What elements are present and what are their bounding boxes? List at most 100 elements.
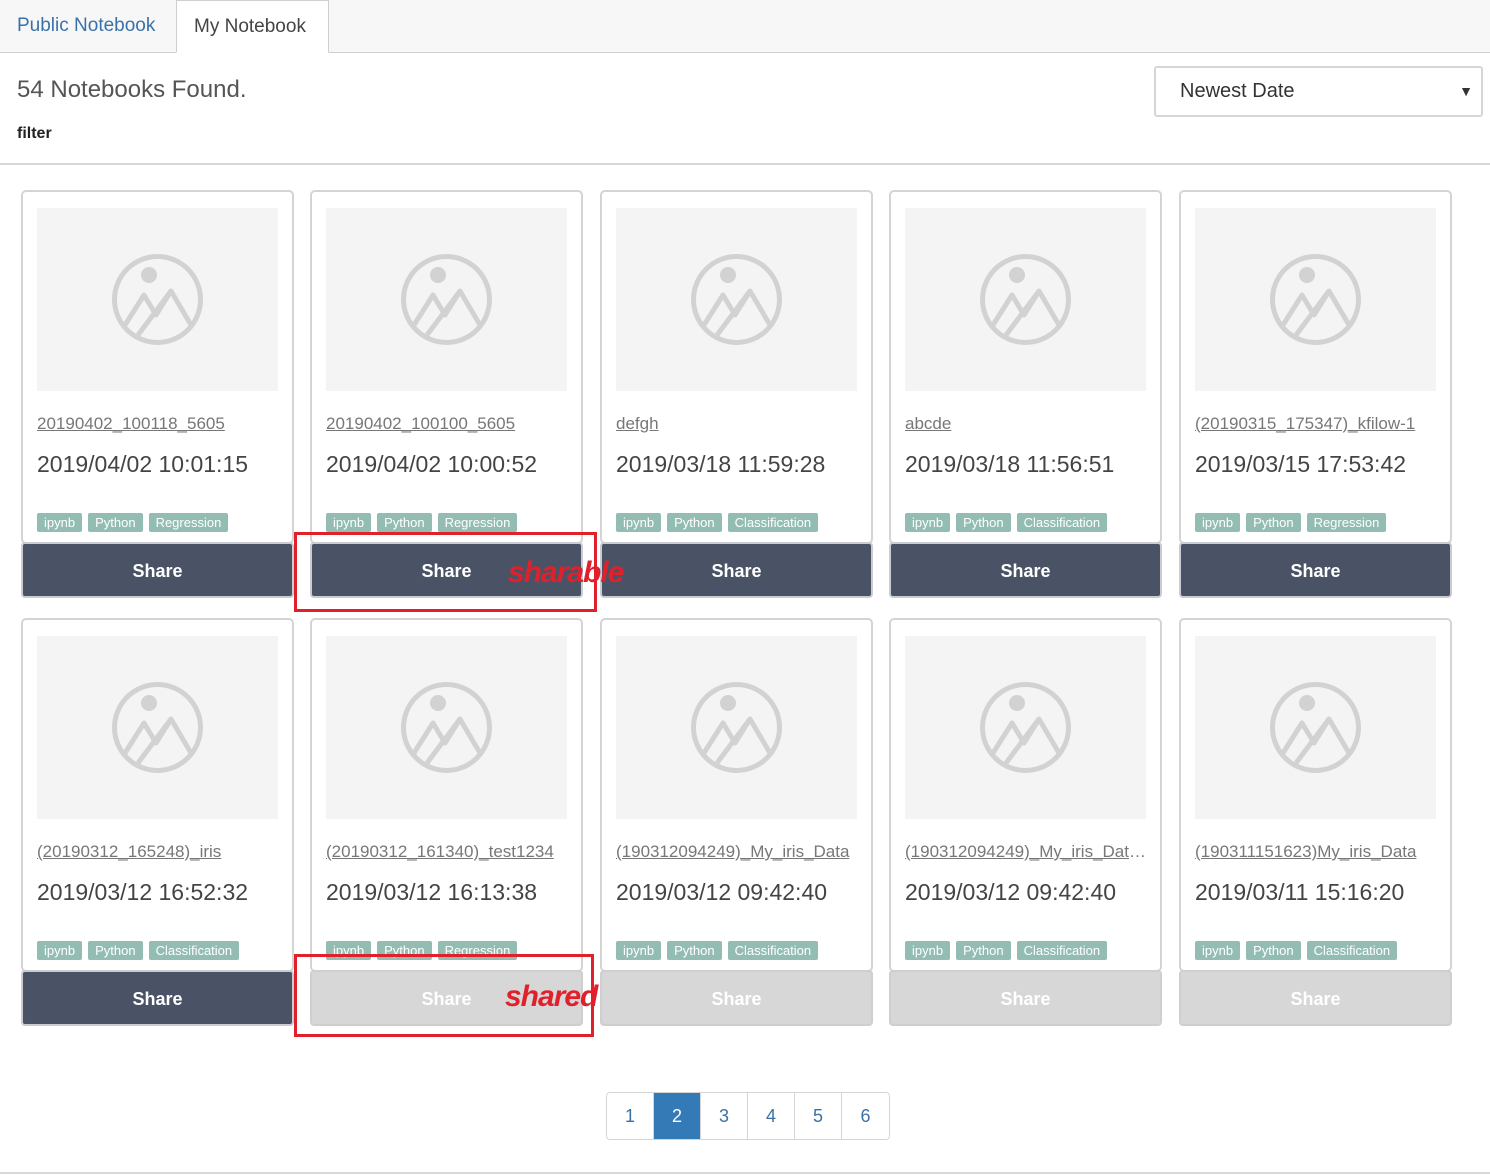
share-button[interactable]: Share — [21, 542, 294, 598]
notebook-thumbnail[interactable] — [616, 208, 857, 391]
notebook-thumbnail[interactable] — [905, 636, 1146, 819]
share-button: Share — [1179, 970, 1452, 1026]
tag-badge[interactable]: ipynb — [616, 941, 662, 960]
notebook-card: (20190312_161340)_test1234 2019/03/12 16:… — [310, 618, 583, 1026]
notebook-thumbnail[interactable] — [1195, 636, 1436, 819]
pagination: 123456 — [606, 1092, 890, 1140]
card-body: (190312094249)_My_iris_Data 2019/03/12 09… — [600, 618, 873, 972]
notebook-title-link[interactable]: 20190402_100118_5605 — [37, 414, 282, 434]
tag-badge[interactable]: ipynb — [1195, 941, 1241, 960]
tag-badge[interactable]: Classification — [1016, 941, 1108, 960]
tag-badge[interactable]: ipynb — [326, 513, 372, 532]
tag-list: ipynb Python Classification — [905, 513, 1108, 532]
tag-badge[interactable]: Regression — [1306, 513, 1387, 532]
share-button[interactable]: Share — [21, 970, 294, 1026]
share-button[interactable]: Share — [600, 542, 873, 598]
page-1-button[interactable]: 1 — [607, 1093, 654, 1139]
tag-badge[interactable]: Classification — [727, 941, 819, 960]
tag-badge[interactable]: ipynb — [616, 513, 662, 532]
tag-badge[interactable]: ipynb — [37, 513, 83, 532]
tag-badge[interactable]: Regression — [148, 513, 229, 532]
notebook-title-link[interactable]: (190311151623)My_iris_Data — [1195, 842, 1440, 862]
tag-badge[interactable]: Python — [667, 513, 722, 532]
notebook-thumbnail[interactable] — [37, 208, 278, 391]
notebook-card: (190312094249)_My_iris_Data_copy 2019/03/… — [889, 618, 1162, 1026]
notebook-title-link[interactable]: (20190312_161340)_test1234 — [326, 842, 571, 862]
tag-badge[interactable]: ipynb — [37, 941, 83, 960]
tag-badge[interactable]: Classification — [1016, 513, 1108, 532]
tag-list: ipynb Python Classification — [37, 941, 240, 960]
notebook-card: abcde 2019/03/18 11:56:51 ipynb Python Class… — [889, 190, 1162, 598]
tag-badge[interactable]: Python — [956, 941, 1011, 960]
chevron-down-icon: ▼ — [1459, 83, 1473, 99]
tag-list: ipynb Python Regression — [37, 513, 229, 532]
notebook-card: (190311151623)My_iris_Data 2019/03/11 15:… — [1179, 618, 1452, 1026]
notebook-card: 20190402_100100_5605 2019/04/02 10:00:52 i… — [310, 190, 583, 598]
card-body: (190312094249)_My_iris_Data_copy 2019/03/… — [889, 618, 1162, 972]
notebook-thumbnail[interactable] — [616, 636, 857, 819]
sort-selected-value: Newest Date — [1180, 80, 1295, 102]
notebook-title-link[interactable]: (190312094249)_My_iris_Data — [616, 842, 861, 862]
notebook-title-link[interactable]: defgh — [616, 414, 861, 434]
notebook-date: 2019/03/12 16:52:32 — [37, 879, 249, 905]
tag-badge[interactable]: Python — [667, 941, 722, 960]
notebook-thumbnail[interactable] — [326, 636, 567, 819]
tab-my-notebook[interactable]: My Notebook — [176, 0, 329, 53]
notebook-card: (190312094249)_My_iris_Data 2019/03/12 09… — [600, 618, 873, 1026]
notebook-date: 2019/03/12 09:42:40 — [616, 879, 828, 905]
tag-badge[interactable]: Classification — [148, 941, 240, 960]
notebook-thumbnail[interactable] — [1195, 208, 1436, 391]
filter-label[interactable]: filter — [17, 125, 52, 143]
divider — [0, 163, 1490, 165]
page-4-button[interactable]: 4 — [748, 1093, 795, 1139]
share-button[interactable]: Share — [1179, 542, 1452, 598]
notebook-card: 20190402_100118_5605 2019/04/02 10:01:15 i… — [21, 190, 294, 598]
notebook-date: 2019/03/12 09:42:40 — [905, 879, 1117, 905]
tab-public-notebook[interactable]: Public Notebook — [0, 0, 176, 52]
tag-badge[interactable]: Classification — [1306, 941, 1398, 960]
tag-badge[interactable]: Classification — [727, 513, 819, 532]
tab-bar: Public Notebook My Notebook — [0, 0, 1490, 53]
card-body: abcde 2019/03/18 11:56:51 ipynb Python Class… — [889, 190, 1162, 544]
results-count: 54 Notebooks Found. — [17, 76, 247, 103]
notebook-title-link[interactable]: (20190312_165248)_iris — [37, 842, 282, 862]
card-body: (20190315_175347)_kfilow-1 2019/03/15 17:… — [1179, 190, 1452, 544]
tag-badge[interactable]: Python — [1246, 513, 1301, 532]
page-3-button[interactable]: 3 — [701, 1093, 748, 1139]
notebook-thumbnail[interactable] — [326, 208, 567, 391]
notebook-thumbnail[interactable] — [905, 208, 1146, 391]
tag-badge[interactable]: Python — [377, 513, 432, 532]
tag-list: ipynb Python Regression — [326, 513, 518, 532]
divider — [0, 1172, 1490, 1174]
card-body: (20190312_161340)_test1234 2019/03/12 16:… — [310, 618, 583, 972]
page-6-button[interactable]: 6 — [842, 1093, 889, 1139]
annotation-sharable: sharable — [508, 556, 624, 589]
notebook-title-link[interactable]: abcde — [905, 414, 1150, 434]
card-body: 20190402_100118_5605 2019/04/02 10:01:15 i… — [21, 190, 294, 544]
tag-badge[interactable]: ipynb — [1195, 513, 1241, 532]
tag-badge[interactable]: Python — [1246, 941, 1301, 960]
notebook-title-link[interactable]: (20190315_175347)_kfilow-1 — [1195, 414, 1440, 434]
notebook-date: 2019/04/02 10:00:52 — [326, 451, 538, 477]
share-button: Share — [600, 970, 873, 1026]
tag-badge[interactable]: Python — [956, 513, 1011, 532]
card-body: 20190402_100100_5605 2019/04/02 10:00:52 i… — [310, 190, 583, 544]
page-5-button[interactable]: 5 — [795, 1093, 842, 1139]
notebook-card: (20190312_165248)_iris 2019/03/12 16:52:3… — [21, 618, 294, 1026]
notebook-title-link[interactable]: 20190402_100100_5605 — [326, 414, 571, 434]
notebook-title-link[interactable]: (190312094249)_My_iris_Data_copy — [905, 842, 1150, 862]
card-body: defgh 2019/03/18 11:59:28 ipynb Python Class… — [600, 190, 873, 544]
share-button[interactable]: Share — [889, 542, 1162, 598]
notebook-thumbnail[interactable] — [37, 636, 278, 819]
tag-list: ipynb Python Classification — [1195, 941, 1398, 960]
notebook-date: 2019/03/18 11:59:28 — [616, 451, 826, 477]
tag-badge[interactable]: ipynb — [905, 941, 951, 960]
page-2-button[interactable]: 2 — [654, 1093, 701, 1139]
tag-badge[interactable]: Python — [88, 513, 143, 532]
tag-badge[interactable]: ipynb — [905, 513, 951, 532]
notebook-date: 2019/03/15 17:53:42 — [1195, 451, 1407, 477]
tag-badge[interactable]: Python — [88, 941, 143, 960]
tag-badge[interactable]: Regression — [437, 513, 518, 532]
notebook-date: 2019/03/12 16:13:38 — [326, 879, 538, 905]
sort-select[interactable]: Newest Date ▼ — [1154, 66, 1483, 117]
